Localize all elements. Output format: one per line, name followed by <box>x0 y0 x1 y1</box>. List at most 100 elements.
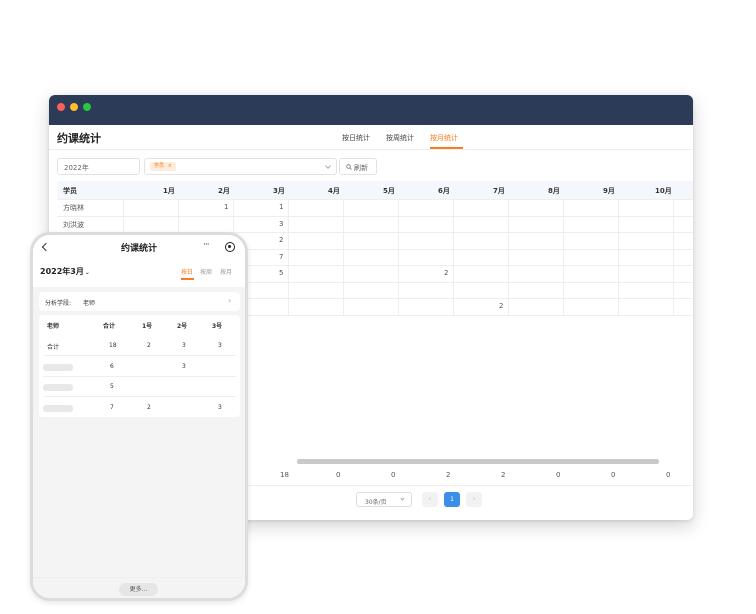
phone-cell: 2 <box>147 404 151 411</box>
active-tab-indicator <box>430 147 463 149</box>
table-cell: 5 <box>279 269 284 277</box>
close-window-dot[interactable] <box>57 103 65 111</box>
refresh-label: 刷新 <box>354 164 368 172</box>
prev-page-button[interactable]: ‹ <box>422 492 438 507</box>
record-icon[interactable] <box>225 242 235 252</box>
column-header: 4月 <box>328 187 340 195</box>
phone-column-header: 1号 <box>142 323 153 330</box>
tab-monthly[interactable]: 按月统计 <box>430 133 458 143</box>
phone-cell: 7 <box>110 404 114 411</box>
year-select[interactable]: 2022年 <box>57 158 140 175</box>
field-multiselect[interactable]: 学员 × <box>144 158 337 175</box>
column-header: 10月 <box>655 187 672 195</box>
total-cell: 0 <box>336 471 341 479</box>
phone-row-name: 合计 <box>47 344 60 351</box>
page-size-value: 30条/页 <box>365 499 387 506</box>
phone-tab-weekly[interactable]: 按周 <box>200 267 212 276</box>
column-header: 8月 <box>548 187 560 195</box>
phone-cell: 3 <box>218 404 222 411</box>
phone-column-header: 3号 <box>212 323 223 330</box>
minimize-window-dot[interactable] <box>70 103 78 111</box>
column-header: 5月 <box>383 187 395 195</box>
phone-cell: 5 <box>110 383 114 390</box>
page-header: 约课统计 按日统计 按周统计 按月统计 <box>49 125 693 150</box>
column-header: 7月 <box>493 187 505 195</box>
phone-column-header: 2号 <box>177 323 188 330</box>
phone-column-header: 合计 <box>103 323 116 330</box>
total-cell: 0 <box>611 471 616 479</box>
row-divider <box>43 355 236 356</box>
horizontal-scrollbar[interactable] <box>297 459 659 464</box>
maximize-window-dot[interactable] <box>83 103 91 111</box>
table-cell: 2 <box>279 236 284 244</box>
tab-weekly[interactable]: 按周统计 <box>386 133 414 143</box>
redacted-name <box>43 364 73 371</box>
phone-mockup: 约课统计 ··· 2022年3月⌄ 按日 按周 按月 分析学段: 老师 › 老师… <box>30 232 248 601</box>
tag-close-icon[interactable]: × <box>168 163 172 169</box>
table-header: 学员 1月 2月 3月 4月 5月 6月 7月 8月 9月 10月 <box>57 181 693 199</box>
phone-cell: 3 <box>182 363 186 370</box>
column-divider <box>288 199 289 315</box>
chevron-down-icon: ⌄ <box>84 269 90 276</box>
phone-stats-table: 老师 合计 1号 2号 3号 合计 18 2 3 3 6 3 5 7 2 3 <box>39 315 240 417</box>
phone-navbar: 约课统计 ··· <box>33 235 245 260</box>
redacted-name <box>43 384 73 391</box>
field-tag[interactable]: 学员 × <box>150 162 176 171</box>
phone-column-header: 老师 <box>47 323 60 330</box>
phone-cell: 3 <box>182 342 186 349</box>
phone-page-title: 约课统计 <box>120 244 157 254</box>
phone-tab-monthly[interactable]: 按月 <box>220 267 232 276</box>
column-divider <box>453 199 454 315</box>
phone-cell: 2 <box>147 342 151 349</box>
year-select-value: 2022年 <box>64 164 89 172</box>
page-size-select[interactable]: 30条/页 <box>356 492 412 507</box>
table-cell: 1 <box>224 203 229 211</box>
column-header-student: 学员 <box>63 187 77 195</box>
total-cell: 2 <box>501 471 506 479</box>
row-divider <box>43 396 236 397</box>
column-header: 6月 <box>438 187 450 195</box>
table-cell: 2 <box>499 302 504 310</box>
column-divider <box>618 199 619 315</box>
column-divider <box>673 199 674 315</box>
row-divider <box>57 215 693 217</box>
more-button[interactable]: 更多... <box>119 583 158 596</box>
total-cell: 2 <box>446 471 451 479</box>
phone-cell: 3 <box>218 342 222 349</box>
chevron-right-icon: › <box>228 296 232 305</box>
chevron-down-icon <box>400 496 405 501</box>
row-divider <box>57 199 693 200</box>
phone-screen: 约课统计 ··· 2022年3月⌄ 按日 按周 按月 分析学段: 老师 › 老师… <box>33 235 245 598</box>
refresh-button[interactable]: 刷新 <box>339 158 377 175</box>
tab-daily[interactable]: 按日统计 <box>342 133 370 143</box>
column-header: 1月 <box>163 187 175 195</box>
column-header: 3月 <box>273 187 285 195</box>
phone-cell: 6 <box>110 363 114 370</box>
dimension-label: 分析学段: <box>45 300 72 307</box>
phone-cell: 18 <box>109 342 117 349</box>
row-divider <box>43 376 236 377</box>
phone-tab-daily[interactable]: 按日 <box>181 267 193 276</box>
page-1-button[interactable]: 1 <box>444 492 460 507</box>
field-tag-label: 学员 <box>154 163 165 169</box>
next-page-button[interactable]: › <box>466 492 482 507</box>
total-cell: 0 <box>391 471 396 479</box>
column-header: 9月 <box>603 187 615 195</box>
more-options-icon[interactable]: ··· <box>203 240 210 250</box>
phone-filter-bar: 2022年3月⌄ 按日 按周 按月 <box>33 260 245 287</box>
student-name: 刘洪波 <box>63 220 84 229</box>
page-title: 约课统计 <box>57 132 101 145</box>
column-divider <box>508 199 509 315</box>
dimension-value: 老师 <box>83 300 96 307</box>
phone-active-tab-indicator <box>181 278 194 280</box>
redacted-name <box>43 405 73 412</box>
column-divider <box>563 199 564 315</box>
total-cell: 0 <box>556 471 561 479</box>
search-icon <box>346 164 352 170</box>
month-picker[interactable]: 2022年3月⌄ <box>40 266 90 277</box>
column-divider <box>343 199 344 315</box>
dimension-selector[interactable]: 分析学段: 老师 › <box>39 292 240 311</box>
table-cell: 2 <box>444 269 449 277</box>
table-cell: 1 <box>279 203 284 211</box>
column-divider <box>398 199 399 315</box>
